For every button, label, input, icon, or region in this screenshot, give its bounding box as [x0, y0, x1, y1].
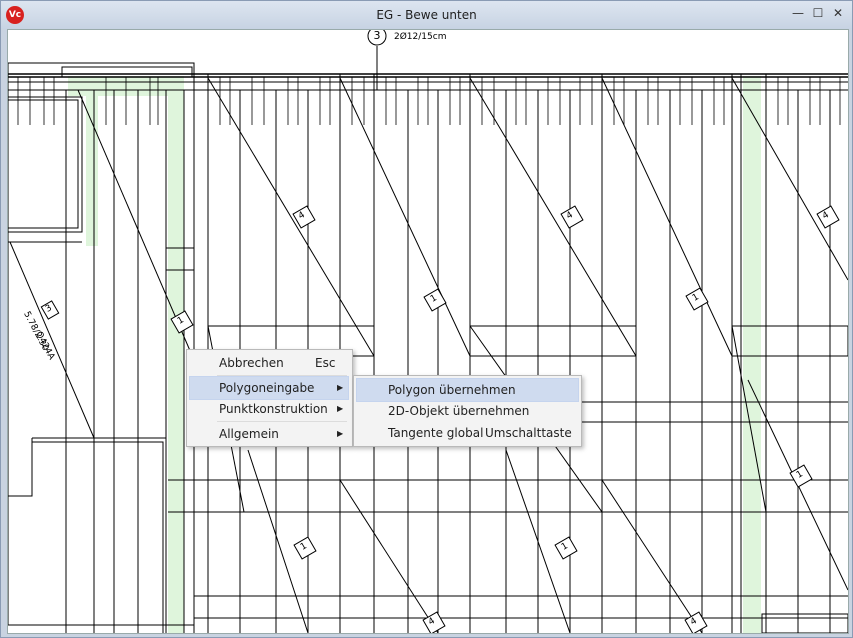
window-title: EG - Bewe unten	[376, 8, 477, 22]
maximize-icon[interactable]: ☐	[809, 4, 827, 22]
submenu-arrow-icon: ▶	[337, 429, 344, 438]
menu-item-label: Polygoneingabe	[219, 381, 315, 395]
menu-item-label: Polygon übernehmen	[388, 383, 516, 397]
menu-item-label: Allgemein	[219, 427, 279, 441]
menu-item-label: Abbrechen	[219, 356, 284, 370]
menu-item-allgemein[interactable]: Allgemein ▶	[189, 423, 349, 445]
minimize-icon[interactable]: —	[789, 4, 807, 22]
menu-item-tangente-global[interactable]: Tangente global Umschalttaste	[356, 422, 579, 444]
title-bar[interactable]: Vc EG - Bewe unten — ☐ ✕	[1, 1, 852, 29]
menu-item-polygon-uebernehmen[interactable]: Polygon übernehmen	[356, 378, 579, 402]
menu-item-shortcut: Esc	[315, 356, 336, 370]
drawing-canvas[interactable]: 3 2Ø12/15cm 4 4 4 1 1 1 1 1 1 4 4 3 Q424…	[7, 29, 849, 634]
menu-separator	[217, 421, 347, 422]
submenu-arrow-icon: ▶	[337, 404, 344, 413]
menu-item-label: Tangente global	[388, 426, 484, 440]
menu-item-2d-objekt-uebernehmen[interactable]: 2D-Objekt übernehmen	[356, 400, 579, 422]
menu-item-label: Punktkonstruktion	[219, 402, 328, 416]
menu-item-punktkonstruktion[interactable]: Punktkonstruktion ▶	[189, 398, 349, 420]
menu-item-polygoneingabe[interactable]: Polygoneingabe ▶	[189, 376, 349, 400]
context-menu: Abbrechen Esc Polygoneingabe ▶ Punktkons…	[186, 349, 353, 447]
menu-item-shortcut: Umschalttaste	[485, 426, 572, 440]
submenu-arrow-icon: ▶	[337, 383, 344, 392]
dimension-marker-number: 3	[373, 29, 381, 42]
menu-item-label: 2D-Objekt übernehmen	[388, 404, 530, 418]
cad-drawing	[8, 30, 848, 633]
menu-item-abbrechen[interactable]: Abbrechen Esc	[189, 352, 349, 374]
dimension-label: 2Ø12/15cm	[394, 32, 447, 42]
polygoneingabe-submenu: Polygon übernehmen 2D-Objekt übernehmen …	[353, 375, 582, 447]
close-icon[interactable]: ✕	[829, 4, 847, 22]
main-window: Vc EG - Bewe unten — ☐ ✕ 3 2Ø12/15cm 4 4…	[0, 0, 853, 638]
